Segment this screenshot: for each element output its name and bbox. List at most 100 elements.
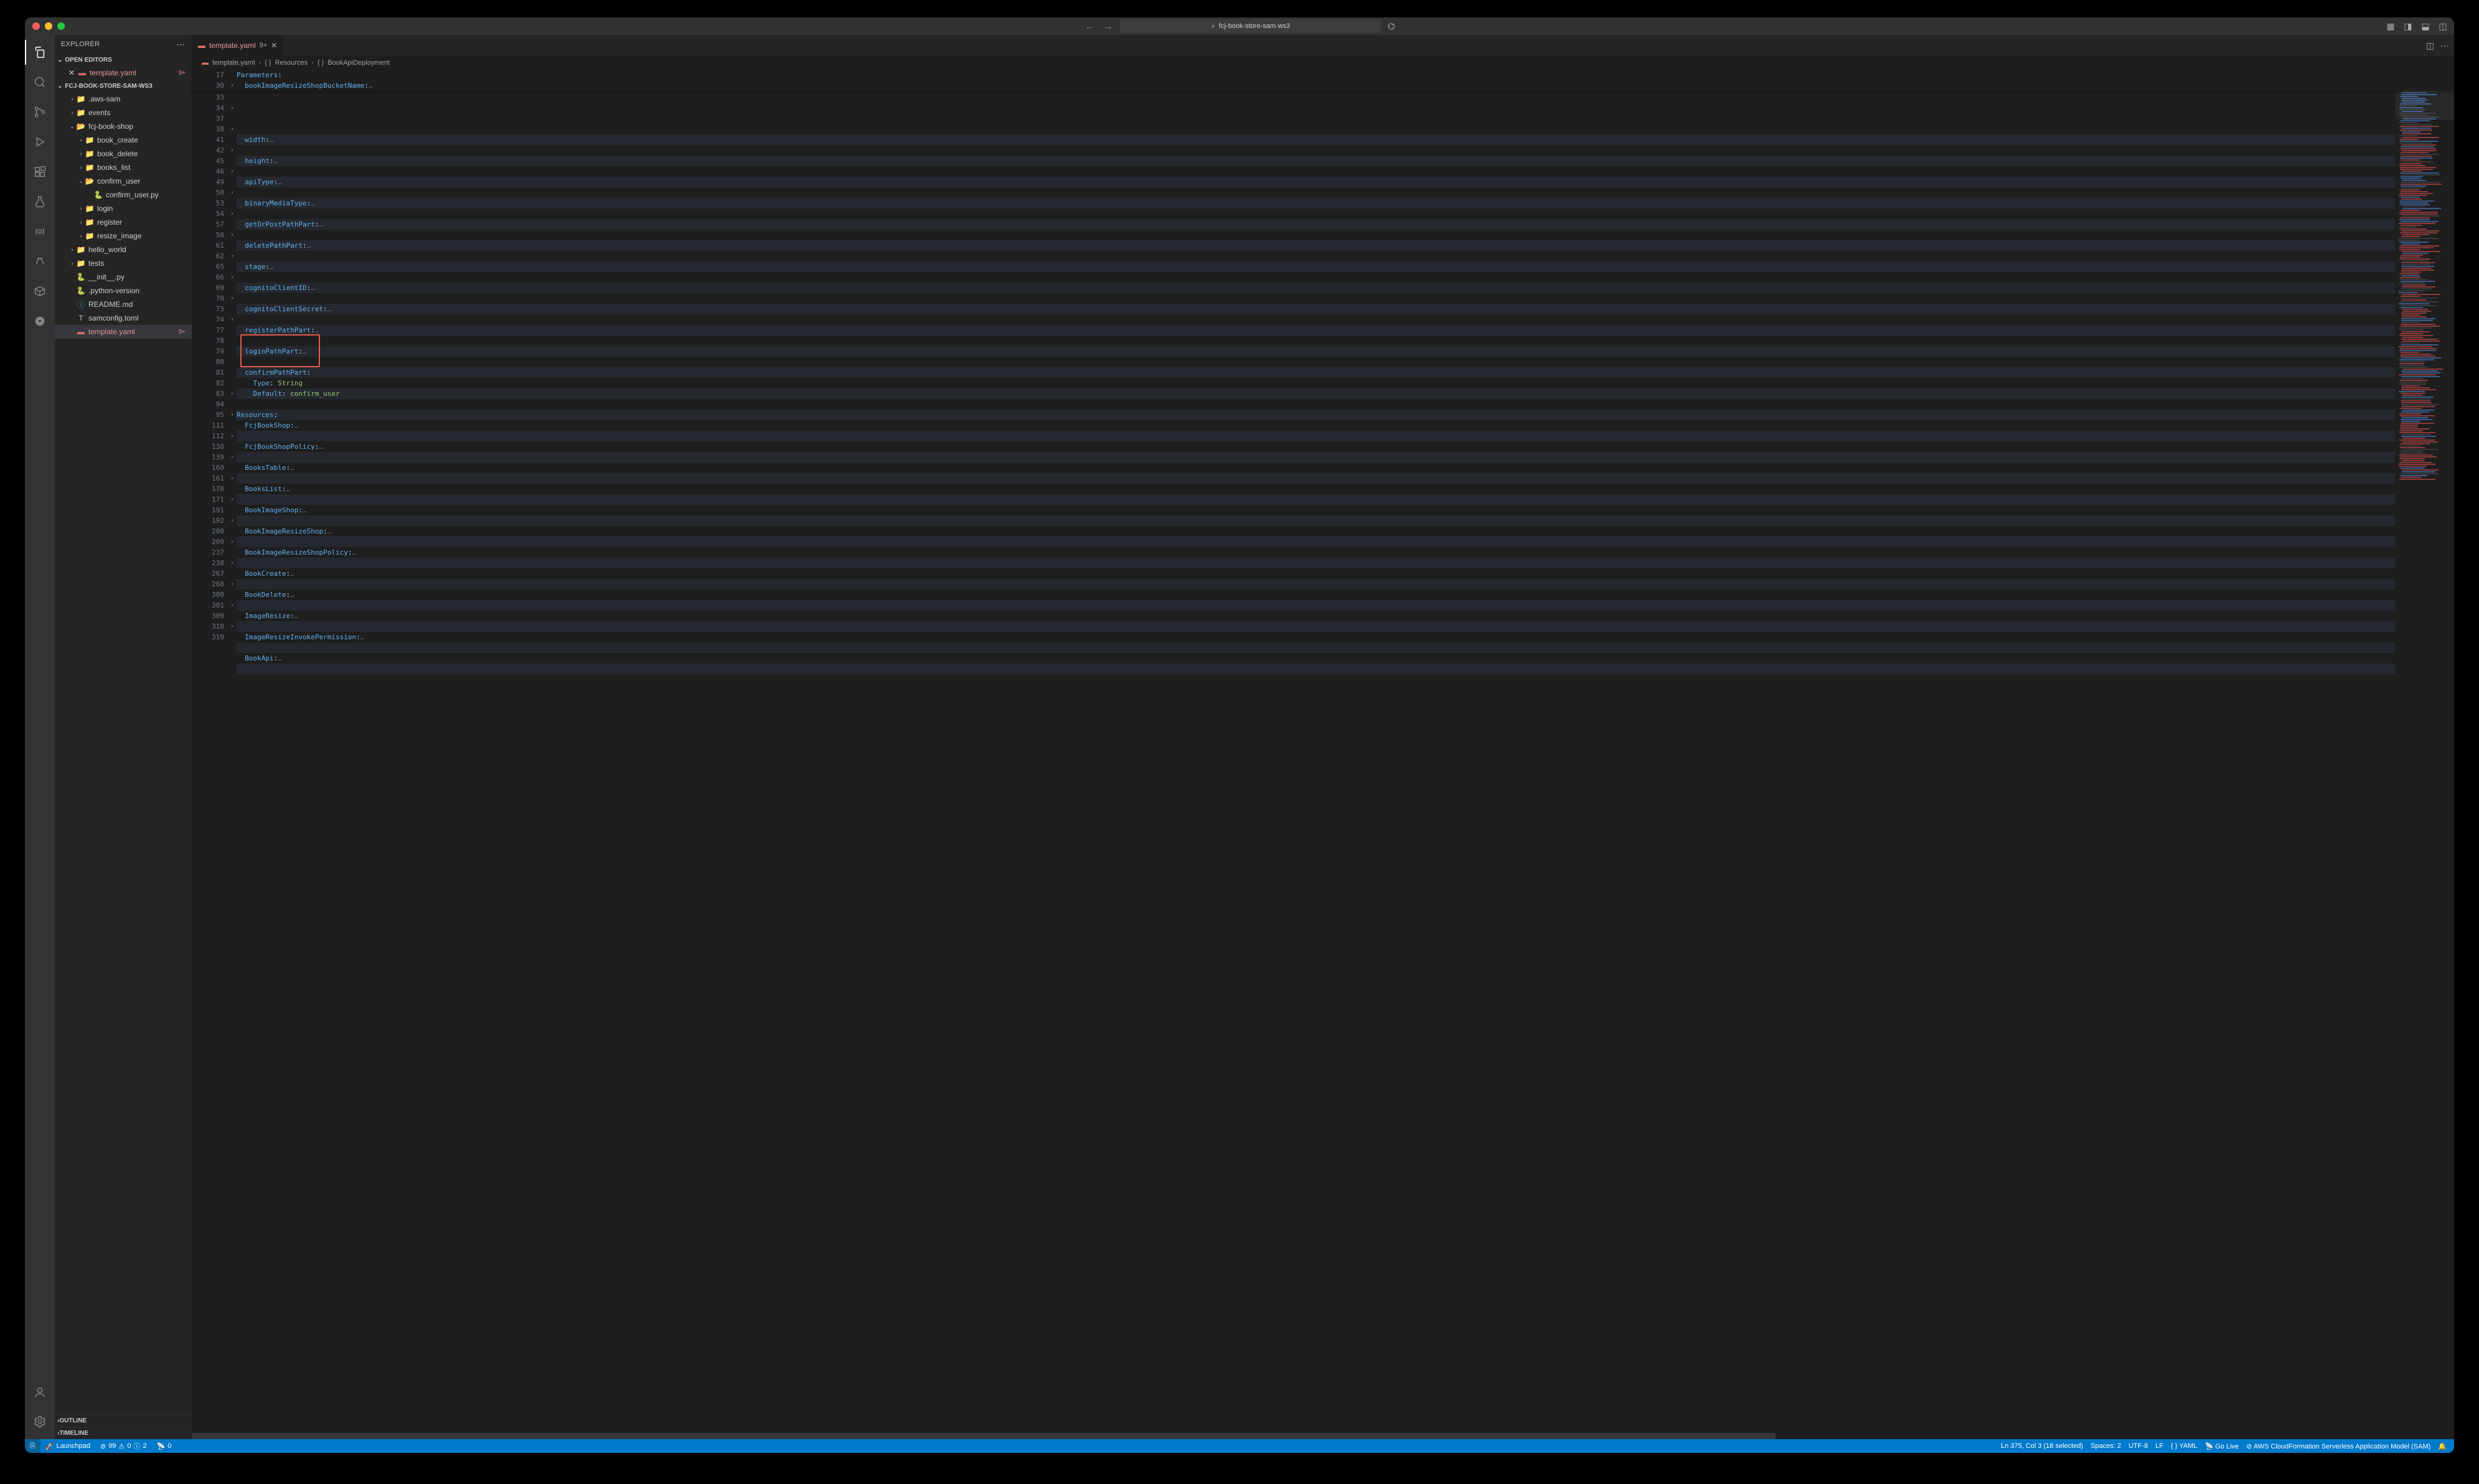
command-center-search[interactable]: ⌕ fcj-book-store-sam-ws3 [1120,19,1381,33]
folder-row[interactable]: ›📁book_create [55,133,192,147]
live-view-icon[interactable] [25,219,55,244]
tree-twistie[interactable]: › [77,164,85,171]
sticky-scroll[interactable]: 1730 › Parameters: bookImageResizeShopBu… [192,70,2454,91]
accounts-icon[interactable] [25,1379,55,1404]
go-live-status[interactable]: 📡 Go Live [2204,1442,2239,1450]
toggle-sidebar-icon[interactable]: ◫ [2438,21,2448,31]
bell-icon[interactable]: 🔔 [2438,1442,2447,1450]
tab-label: template.yaml [209,41,256,50]
tree-twistie[interactable]: › [77,137,85,144]
scrollbar-thumb[interactable] [192,1433,1776,1439]
search-view-icon[interactable] [25,70,55,95]
settings-icon[interactable] [25,1409,55,1434]
cursor-position[interactable]: Ln 375, Col 3 (18 selected) [2001,1442,2083,1450]
remote-indicator[interactable]: ⎘ [25,1439,40,1453]
open-editor-row[interactable]: ✕ ▬ template.yaml 9+ [55,66,192,80]
indentation-status[interactable]: Spaces: 2 [2091,1442,2121,1450]
breadcrumb-item[interactable]: BookApiDeployment [327,59,390,67]
launchpad-label: Launchpad [57,1442,90,1450]
folder-icon: 📁 [76,95,86,103]
breadcrumb-item[interactable]: Resources [275,59,308,67]
close-window-button[interactable] [32,22,40,30]
open-editors-section[interactable]: ⌄ OPEN EDITORS [55,54,192,66]
fold-gutter[interactable]: ››››››››››››››››››››››› [228,70,237,1433]
explorer-view-icon[interactable] [25,40,55,65]
folder-row[interactable]: ›📁books_list [55,161,192,174]
file-row[interactable]: Tsamconfig.toml [55,311,192,325]
testing-view-icon[interactable] [25,189,55,214]
folder-icon: 📁 [85,163,95,172]
folder-row[interactable]: ›📁tests [55,256,192,270]
file-row[interactable]: 🐍.python-version [55,284,192,298]
split-editor-icon[interactable]: ◫ [2426,40,2434,51]
tab-close-icon[interactable]: ✕ [271,41,277,50]
tree-twistie[interactable]: ⌄ [77,178,85,185]
tree-twistie[interactable]: › [68,260,76,267]
toggle-bottom-icon[interactable]: ⬓ [2420,21,2430,31]
folder-icon: 📁 [76,245,86,254]
language-status[interactable]: { } YAML [2171,1442,2197,1450]
docker-view-icon[interactable] [25,309,55,334]
folder-row[interactable]: ›📁.aws-sam [55,92,192,106]
folder-row[interactable]: ›📁register [55,215,192,229]
file-row[interactable]: ⓘREADME.md [55,298,192,311]
minimize-window-button[interactable] [45,22,52,30]
folder-row[interactable]: ›📁hello_world [55,243,192,256]
folder-icon: 📁 [85,204,95,213]
ports-status[interactable]: 📡 0 [152,1439,177,1453]
tree-twistie[interactable]: › [68,96,76,103]
run-view-icon[interactable] [25,129,55,154]
layout-grid-icon[interactable]: ▦ [2386,21,2396,31]
folder-icon: 📁 [85,218,95,227]
folder-row[interactable]: ›📁events [55,106,192,120]
launchpad-status[interactable]: 🚀 Launchpad [40,1439,95,1453]
folder-row[interactable]: ›📁book_delete [55,147,192,161]
breadcrumb-item[interactable]: template.yaml [212,59,255,67]
toggle-panel-icon[interactable]: ◨ [2403,21,2413,31]
aws-view-icon[interactable] [25,279,55,304]
folder-icon: 📁 [85,136,95,144]
tree-twistie[interactable]: ⌄ [68,123,76,130]
sam-status[interactable]: ⊘ AWS CloudFormation Serverless Applicat… [2246,1442,2430,1450]
outline-section[interactable]: › OUTLINE [55,1414,192,1427]
tree-twistie[interactable]: › [68,110,76,116]
folder-row[interactable]: ›📁login [55,202,192,215]
broadcast-icon: 📡 [2204,1443,2213,1450]
eol-status[interactable]: LF [2155,1442,2163,1450]
minimap[interactable] [2395,70,2454,1433]
tab-template-yaml[interactable]: ▬ template.yaml 9+ ✕ [192,35,284,56]
tree-item-label: book_create [97,136,138,144]
workspace-section[interactable]: ⌄ FCJ-BOOK-STORE-SAM-WS3 [55,80,192,92]
diagnostics-status[interactable]: ⊘ 99 ⚠ 0 ⓘ 2 [95,1439,152,1453]
code-editor[interactable]: 1730 › Parameters: bookImageResizeShopBu… [192,70,2454,1433]
folder-o-icon: 📂 [76,122,86,131]
sq-view-icon[interactable] [25,249,55,274]
horizontal-scrollbar[interactable] [192,1433,2454,1439]
timeline-section[interactable]: › TIMELINE [55,1427,192,1439]
explorer-more-icon[interactable]: ⋯ [176,39,186,50]
folder-row[interactable]: ⌄📂confirm_user [55,174,192,188]
tree-twistie[interactable]: › [77,205,85,212]
file-row[interactable]: 🐍__init__.py [55,270,192,284]
encoding-status[interactable]: UTF-8 [2129,1442,2148,1450]
more-icon[interactable]: ⋯ [2440,40,2449,51]
code-content[interactable]: width:… height:… apiType:… binaryMediaTy… [237,70,2395,1433]
tree-twistie[interactable]: › [77,151,85,157]
extensions-view-icon[interactable] [25,159,55,184]
nav-forward-button[interactable]: → [1101,21,1115,31]
folder-row[interactable]: ›📁resize_image [55,229,192,243]
file-row[interactable]: 🐍confirm_user.py [55,188,192,202]
close-icon[interactable]: ✕ [68,68,75,77]
folder-row[interactable]: ⌄📂fcj-book-shop [55,120,192,133]
maximize-window-button[interactable] [57,22,65,30]
tree-twistie[interactable]: › [77,219,85,226]
tree-item-label: register [97,218,122,227]
tree-twistie[interactable]: › [77,233,85,240]
tree-item-label: .aws-sam [88,95,120,103]
copilot-icon[interactable]: ⌬ [1386,21,1396,31]
scm-view-icon[interactable] [25,100,55,124]
nav-back-button[interactable]: ← [1083,21,1096,31]
breadcrumb[interactable]: ▬ template.yaml › { } Resources › { } Bo… [192,56,2454,70]
file-row[interactable]: ▬template.yaml9+ [55,325,192,339]
tree-twistie[interactable]: › [68,247,76,253]
